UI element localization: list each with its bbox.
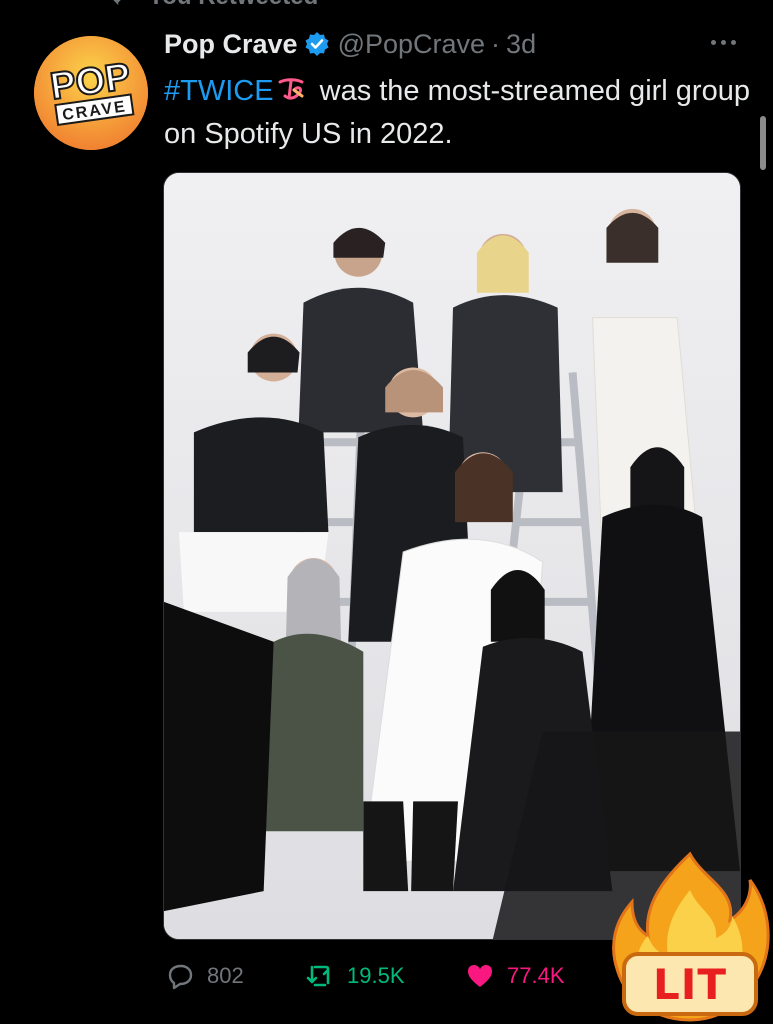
retweet-button[interactable]: 19.5K bbox=[305, 956, 405, 996]
author-handle[interactable]: @PopCrave bbox=[338, 29, 485, 60]
more-options-icon[interactable] bbox=[706, 32, 740, 52]
heart-icon bbox=[468, 965, 492, 987]
tweet-header: Pop Crave @PopCrave · 3d bbox=[164, 26, 536, 62]
lit-sticker: LIT bbox=[606, 850, 773, 1024]
tweet-text: #TWICE was the most-streamed girl group … bbox=[164, 70, 754, 156]
twice-logo-emoji bbox=[278, 78, 304, 100]
like-button[interactable]: 77.4K bbox=[465, 956, 565, 996]
reply-count: 802 bbox=[207, 963, 244, 988]
timestamp[interactable]: 3d bbox=[506, 29, 536, 60]
verified-badge-icon bbox=[305, 32, 329, 56]
separator: · bbox=[491, 28, 501, 59]
lit-label: LIT bbox=[652, 960, 728, 1009]
hashtag-link[interactable]: #TWICE bbox=[164, 75, 274, 107]
retweet-icon bbox=[113, 0, 121, 6]
retweet-icon bbox=[306, 965, 330, 987]
retweet-header: You Retweeted bbox=[112, 0, 318, 11]
retweet-header-label: You Retweeted bbox=[148, 0, 318, 11]
like-count: 77.4K bbox=[507, 963, 565, 988]
reply-icon bbox=[168, 964, 193, 990]
group-photo-image[interactable] bbox=[163, 172, 741, 940]
scrollbar[interactable] bbox=[760, 116, 766, 170]
pop-crave-logo: POP CRAVE bbox=[34, 36, 148, 150]
author-name[interactable]: Pop Crave bbox=[164, 29, 298, 60]
avatar[interactable]: POP CRAVE bbox=[34, 36, 148, 150]
retweet-count: 19.5K bbox=[347, 963, 405, 988]
reply-button[interactable]: 802 bbox=[165, 956, 244, 996]
